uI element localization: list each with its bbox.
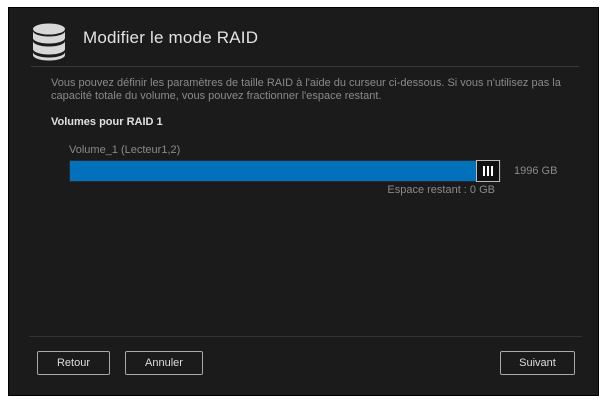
next-button[interactable]: Suivant — [500, 351, 575, 375]
dialog-header: Modifier le mode RAID — [31, 20, 579, 67]
volume-size: 1996 GB — [514, 165, 558, 177]
description-text: Vous pouvez définir les paramètres de ta… — [51, 77, 561, 102]
slider-fill — [70, 161, 488, 181]
cancel-button[interactable]: Annuler — [125, 351, 203, 375]
grip-line — [487, 166, 489, 176]
back-button[interactable]: Retour — [37, 351, 110, 375]
volume-label: Volume_1 (Lecteur1,2) — [69, 144, 181, 156]
dialog-title: Modifier le mode RAID — [83, 28, 259, 47]
raid-size-slider[interactable] — [69, 160, 501, 182]
grip-line — [491, 166, 493, 176]
slider-handle[interactable] — [476, 160, 500, 182]
grip-line — [483, 166, 485, 176]
database-icon — [33, 23, 65, 61]
remaining-space: Espace restant : 0 GB — [387, 184, 495, 196]
footer-divider — [29, 336, 582, 337]
section-title: Volumes pour RAID 1 — [51, 116, 163, 128]
raid-dialog: Modifier le mode RAID Vous pouvez défini… — [8, 7, 599, 396]
